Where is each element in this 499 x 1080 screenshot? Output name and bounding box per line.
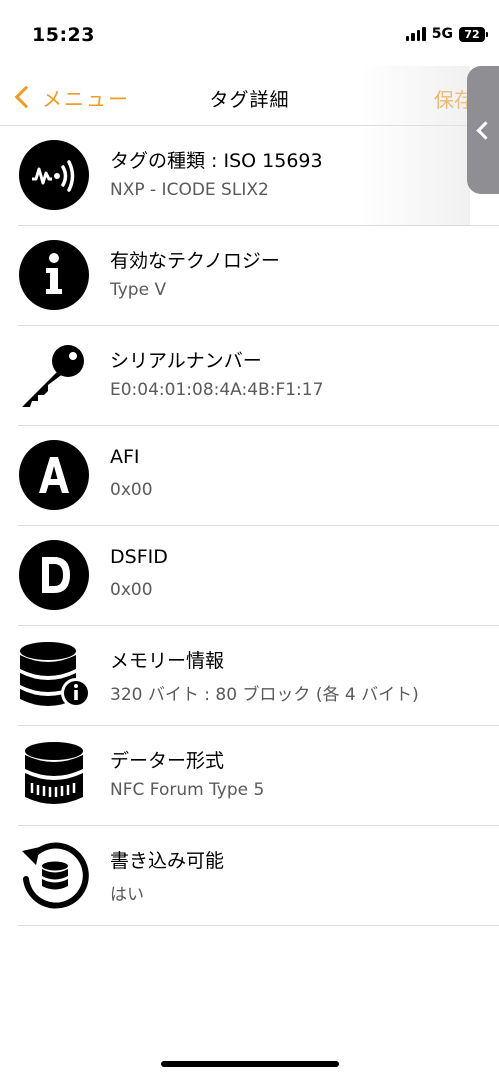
item-title: データー形式 — [110, 750, 225, 772]
item-value: 320 バイト : 80 ブロック (各 4 バイト) — [110, 685, 419, 705]
list-item-afi[interactable]: AFI 0x00 — [18, 426, 499, 526]
database-writable-icon — [18, 839, 90, 911]
database-info-icon — [18, 639, 90, 711]
item-value: はい — [110, 885, 144, 905]
nfc-signal-icon — [18, 139, 90, 211]
item-title: シリアルナンバー — [110, 350, 262, 372]
list-item-writable[interactable]: 書き込み可能 はい — [18, 826, 499, 926]
page-title: タグ詳細 — [209, 89, 290, 111]
battery-icon: 72 — [459, 26, 488, 42]
status-time: 15:23 — [32, 24, 95, 46]
navigation-bar: メニュー タグ詳細 保存 — [0, 70, 499, 126]
cellular-signal-icon — [405, 27, 426, 41]
database-format-icon — [18, 739, 90, 811]
list-item-dsfid[interactable]: DSFID 0x00 — [18, 526, 499, 626]
network-type: 5G — [431, 26, 453, 42]
list-item-memory[interactable]: メモリー情報 320 バイト : 80 ブロック (各 4 バイト) — [18, 626, 499, 726]
item-title: DSFID — [110, 546, 168, 568]
letter-a-icon — [18, 439, 90, 511]
item-title: タグの種類 : ISO 15693 — [110, 150, 323, 172]
item-value: Type V — [110, 280, 167, 300]
letter-d-icon — [18, 539, 90, 611]
item-value: E0:04:01:08:4A:4B:F1:17 — [110, 380, 324, 400]
status-indicators: 5G 72 — [405, 26, 488, 42]
battery-level: 72 — [464, 27, 480, 41]
item-title: 書き込み可能 — [110, 850, 225, 872]
item-title: メモリー情報 — [110, 650, 225, 672]
info-icon — [18, 239, 90, 311]
list-item-technology[interactable]: 有効なテクノロジー Type V — [18, 226, 499, 326]
list-item-serial-number[interactable]: シリアルナンバー E0:04:01:08:4A:4B:F1:17 — [18, 326, 499, 426]
item-value: NFC Forum Type 5 — [110, 780, 265, 800]
item-value: 0x00 — [110, 580, 153, 600]
item-title: AFI — [110, 446, 140, 468]
status-bar: 15:23 5G 72 — [0, 0, 499, 70]
list-item-data-format[interactable]: データー形式 NFC Forum Type 5 — [18, 726, 499, 826]
item-value: 0x00 — [110, 480, 153, 500]
screen: 15:23 5G 72 メニュー タグ詳細 保存 タグの種類: ISO 156… — [0, 0, 499, 1080]
item-value: NXP - ICODE SLIX2 — [110, 180, 269, 200]
key-icon — [18, 339, 90, 411]
list-item-tag-type[interactable]: タグの種類 : ISO 15693 NXP - ICODE SLIX2 — [18, 126, 499, 226]
tag-detail-list: タグの種類 : ISO 15693 NXP - ICODE SLIX2 有効なテ… — [0, 126, 499, 926]
item-title: 有効なテクノロジー — [110, 250, 280, 272]
home-indicator[interactable] — [161, 1061, 339, 1067]
